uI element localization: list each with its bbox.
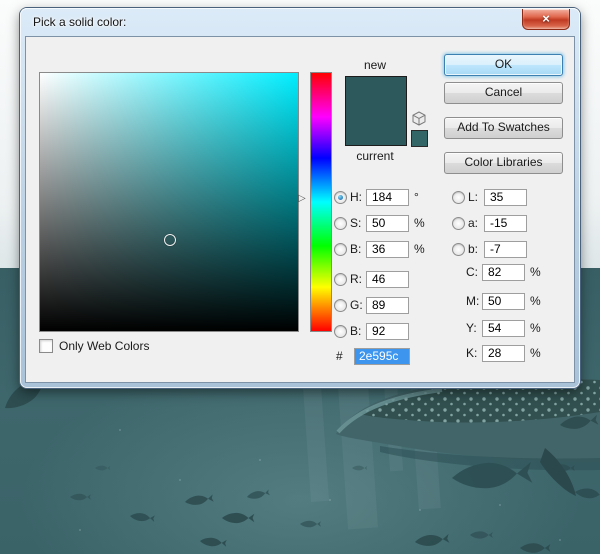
websafe-warning-cube-icon[interactable]	[410, 110, 428, 128]
label-r: R:	[350, 272, 362, 286]
input-m[interactable]	[482, 292, 525, 310]
field-row-k: K: %	[452, 344, 541, 362]
input-g[interactable]	[366, 296, 409, 314]
field-row-l: L:	[452, 188, 532, 206]
input-s[interactable]	[366, 214, 409, 232]
ok-button[interactable]: OK	[444, 54, 563, 76]
input-r[interactable]	[366, 270, 409, 288]
color-picker-dialog: Pick a solid color: × ▷ ◁ new current	[20, 8, 580, 388]
radio-b2[interactable]	[334, 324, 347, 338]
color-field-marker[interactable]	[164, 234, 176, 246]
color-libraries-button[interactable]: Color Libraries	[444, 152, 563, 174]
hex-input[interactable]	[354, 347, 410, 365]
dialog-titlebar[interactable]: Pick a solid color:	[20, 8, 580, 36]
only-web-colors-row: Only Web Colors	[39, 339, 149, 353]
close-button[interactable]: ×	[522, 9, 570, 30]
field-row-y: Y: %	[452, 319, 541, 337]
field-row-g: G:	[334, 296, 414, 314]
radio-a[interactable]	[452, 216, 465, 230]
unit-c: %	[530, 265, 541, 279]
only-web-colors-label: Only Web Colors	[59, 339, 150, 353]
radio-r[interactable]	[334, 272, 347, 286]
radio-lab-b[interactable]	[452, 242, 465, 256]
color-compare-swatch	[345, 76, 407, 146]
hex-field-row: #	[336, 347, 410, 365]
label-k: K:	[466, 346, 478, 360]
unit-h: °	[414, 190, 419, 204]
radio-s[interactable]	[334, 216, 347, 230]
new-color-swatch	[346, 77, 406, 111]
field-row-a: a:	[452, 214, 532, 232]
field-row-h: H: °	[334, 188, 419, 206]
new-color-label: new	[363, 58, 386, 72]
close-icon: ×	[542, 11, 550, 26]
websafe-color-swatch[interactable]	[411, 130, 428, 147]
dialog-client-area: ▷ ◁ new current H: ° S: %	[25, 36, 575, 383]
label-m: M:	[466, 294, 480, 308]
saturation-brightness-field[interactable]	[39, 72, 299, 332]
dialog-title: Pick a solid color:	[33, 15, 127, 29]
input-h[interactable]	[366, 188, 409, 206]
field-row-s: S: %	[334, 214, 425, 232]
radio-l[interactable]	[452, 190, 465, 204]
label-c: C:	[466, 265, 478, 279]
input-b[interactable]	[366, 240, 409, 258]
add-to-swatches-button[interactable]: Add To Swatches	[444, 117, 563, 139]
input-k[interactable]	[482, 344, 525, 362]
input-c[interactable]	[482, 263, 525, 281]
field-row-b2: B:	[334, 322, 414, 340]
radio-b[interactable]	[334, 242, 347, 256]
label-b2: B:	[350, 324, 362, 338]
input-lab-b[interactable]	[484, 240, 527, 258]
hue-slider-left-arrow-icon[interactable]: ▷	[298, 194, 306, 204]
unit-b: %	[414, 242, 425, 256]
label-a: a:	[468, 216, 479, 230]
hex-prefix-label: #	[336, 349, 343, 363]
label-s: S:	[350, 216, 362, 230]
field-row-c: C: %	[452, 263, 541, 281]
label-lab-b: b:	[468, 242, 479, 256]
only-web-colors-checkbox[interactable]	[39, 339, 53, 353]
input-b2[interactable]	[366, 322, 409, 340]
field-row-m: M: %	[452, 292, 541, 310]
label-h: H:	[350, 190, 362, 204]
unit-y: %	[530, 321, 541, 335]
current-color-label: current	[356, 149, 394, 163]
radio-h[interactable]	[334, 190, 347, 204]
unit-m: %	[530, 294, 541, 308]
label-y: Y:	[466, 321, 477, 335]
current-color-swatch[interactable]	[346, 111, 406, 145]
label-g: G:	[350, 298, 363, 312]
unit-k: %	[530, 346, 541, 360]
input-y[interactable]	[482, 319, 525, 337]
field-row-r: R:	[334, 270, 414, 288]
input-a[interactable]	[484, 214, 527, 232]
radio-g[interactable]	[334, 298, 347, 312]
label-b: B:	[350, 242, 362, 256]
field-row-lab-b: b:	[452, 240, 532, 258]
label-l: L:	[468, 190, 479, 204]
unit-s: %	[414, 216, 425, 230]
hue-slider[interactable]	[310, 72, 332, 332]
cancel-button[interactable]: Cancel	[444, 82, 563, 104]
input-l[interactable]	[484, 188, 527, 206]
field-row-b: B: %	[334, 240, 425, 258]
